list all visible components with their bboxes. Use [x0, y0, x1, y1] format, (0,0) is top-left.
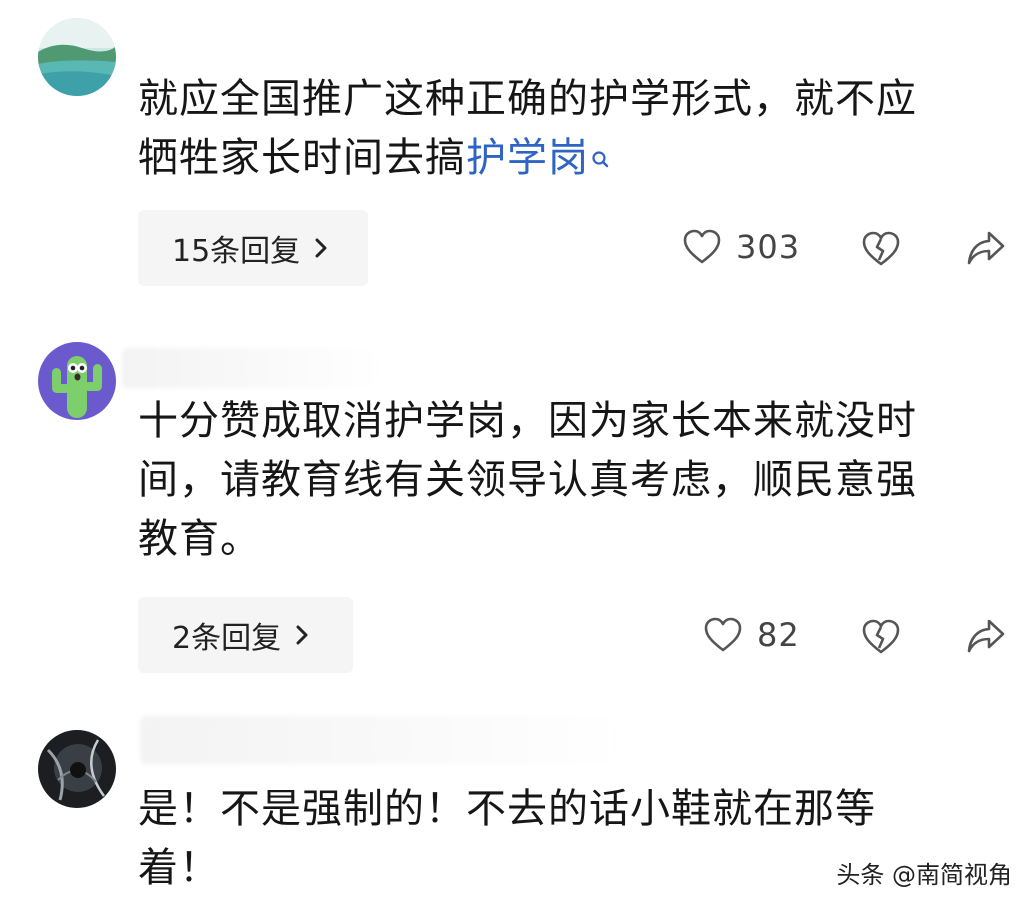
avatar[interactable] [38, 342, 116, 420]
blurred-username [122, 348, 382, 388]
replies-label: 2条回复 [172, 621, 282, 656]
share-icon [967, 231, 1005, 265]
like-button[interactable]: 82 [703, 616, 800, 654]
chevron-right-icon [314, 237, 328, 259]
chevron-right-icon [295, 624, 309, 646]
avatar[interactable] [38, 18, 116, 96]
comment-text: 就应全国推广这种正确的护学形式，就不应 牺牲家长时间去搞护学岗 [138, 70, 998, 188]
avatar-landscape-image [38, 18, 116, 96]
replies-button[interactable]: 15条回复 [138, 210, 368, 286]
like-button[interactable]: 303 [682, 228, 800, 266]
share-button[interactable] [965, 228, 1007, 268]
comment-text: 十分赞成取消护学岗，因为家长本来就没时 间，请教育线有关领导认真考虑，顺民意强 … [138, 398, 917, 562]
watermark: 头条 @南简视角 [836, 861, 1012, 889]
avatar[interactable] [38, 730, 116, 808]
replies-button[interactable]: 2条回复 [138, 597, 353, 673]
broken-heart-icon [862, 619, 900, 654]
cactus-avatar-image [38, 342, 116, 420]
like-count: 303 [736, 228, 801, 266]
heart-icon [704, 617, 742, 652]
broken-heart-icon [862, 231, 900, 266]
dislike-button[interactable] [861, 618, 901, 656]
replies-label: 15条回复 [172, 234, 301, 269]
like-count: 82 [757, 616, 800, 654]
blurred-username [140, 716, 620, 764]
share-button[interactable] [965, 616, 1007, 656]
hashtag-link[interactable]: 护学岗 [466, 135, 589, 181]
heart-icon [683, 229, 721, 264]
search-icon[interactable] [591, 129, 609, 188]
dark-abstract-avatar-image [38, 730, 116, 808]
dislike-button[interactable] [861, 230, 901, 268]
share-icon [967, 619, 1005, 653]
